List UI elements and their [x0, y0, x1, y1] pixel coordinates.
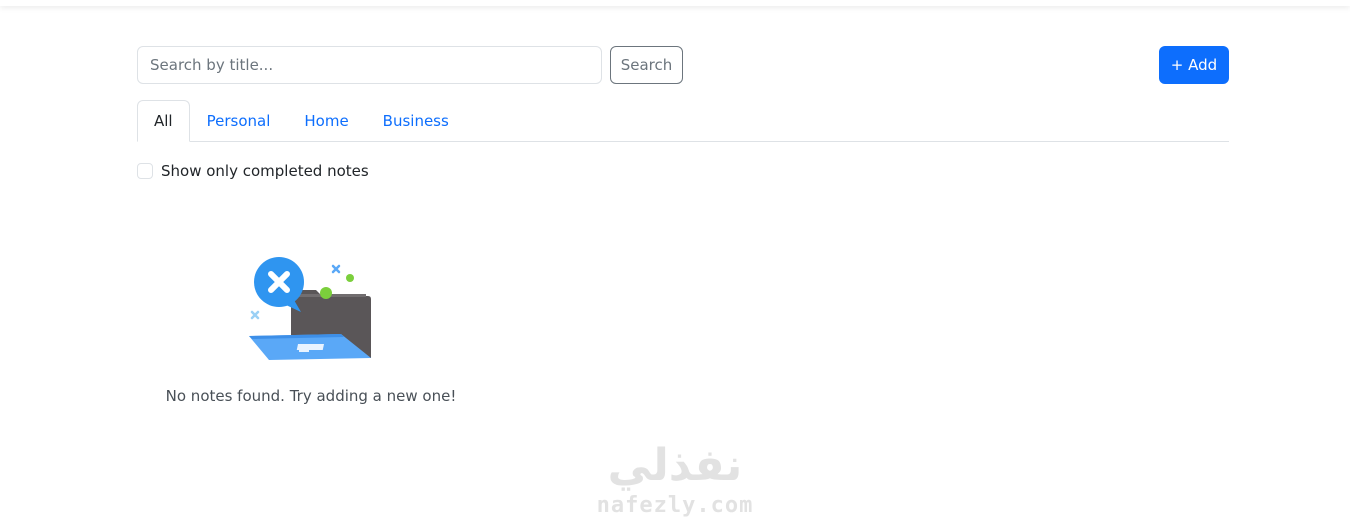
completed-filter: Show only completed notes — [137, 161, 1229, 181]
empty-folder-icon — [249, 257, 371, 360]
empty-state-message: No notes found. Try adding a new one! — [165, 387, 457, 405]
watermark-logo: نفذلي nafezly.com — [590, 440, 760, 526]
tab-all[interactable]: All — [137, 100, 190, 142]
watermark-arabic: نفذلي — [607, 440, 743, 491]
completed-checkbox[interactable] — [137, 163, 153, 179]
category-tabs: All Personal Home Business — [137, 100, 1229, 142]
tab-business[interactable]: Business — [366, 100, 466, 142]
tab-home[interactable]: Home — [287, 100, 365, 142]
top-navbar-edge — [0, 0, 1350, 6]
add-note-button[interactable]: + Add — [1159, 46, 1229, 84]
completed-filter-label: Show only completed notes — [161, 162, 369, 180]
notes-container: Search + Add All Personal Home Business … — [137, 46, 1229, 405]
watermark-latin: nafezly.com — [596, 493, 754, 518]
search-input[interactable] — [137, 46, 602, 84]
empty-state: No notes found. Try adding a new one! — [137, 250, 485, 405]
search-row: Search + Add — [137, 46, 1229, 84]
tab-personal[interactable]: Personal — [190, 100, 288, 142]
search-button[interactable]: Search — [610, 46, 683, 84]
